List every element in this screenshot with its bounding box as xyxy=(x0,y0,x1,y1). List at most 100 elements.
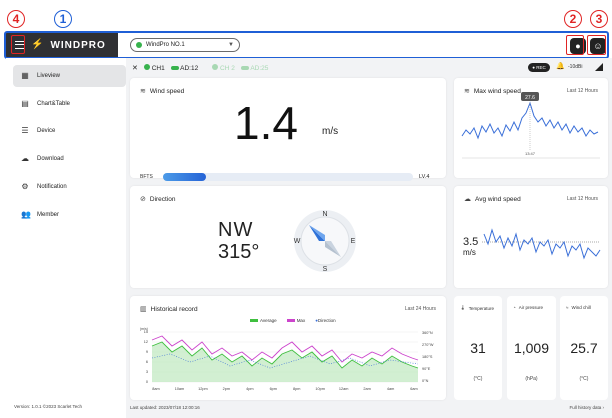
direction-card: ⊘ Direction NW 315° N S E W xyxy=(130,186,446,288)
history-y-tick: 3 xyxy=(146,370,148,374)
ad2-label: AD:25 xyxy=(250,64,269,72)
history-direction-tick: 0°N xyxy=(422,379,429,383)
sidebar-item-member[interactable]: 👥 Member xyxy=(13,204,126,226)
brand-name: WINDPRO xyxy=(50,39,106,51)
wind-speed-unit: m/s xyxy=(322,126,339,137)
last-updated-text: Last updated: 2023/07/18 12:00:16 xyxy=(130,405,200,410)
device-select[interactable]: WindPro NO.1 ▼ xyxy=(130,38,240,52)
history-y-tick: 6 xyxy=(146,360,148,364)
sidebar-item-device[interactable]: ☰ Device xyxy=(13,120,126,142)
full-history-link[interactable]: Full history data › xyxy=(569,405,604,410)
history-chart: (m/s) 15129630 360°N270°W180°S90°E0°N 8a… xyxy=(140,327,434,391)
history-x-tick: 2pm xyxy=(223,387,230,391)
history-x-tick: 6am xyxy=(410,387,417,391)
max-peak-value: 27.6 xyxy=(525,95,535,101)
thermometer-icon: 🌡 xyxy=(460,305,466,310)
compass-s-label: S xyxy=(323,266,328,273)
top-header-bar: ⚡ WINDPRO WindPro NO.1 ▼ ● ☺ xyxy=(6,33,606,57)
brand-area: ⚡ WINDPRO xyxy=(6,33,118,57)
wind-speed-title: ≋ Wind speed xyxy=(140,87,185,96)
app-window: 4 1 2 3 ⚡ WINDPRO WindPro NO.1 ▼ ● ☺ ▦ L… xyxy=(0,0,612,418)
sliders-icon: ☰ xyxy=(21,126,29,135)
history-x-tick: 8pm xyxy=(293,387,300,391)
sidebar-item-liveview[interactable]: ▦ Liveview xyxy=(13,65,126,87)
sidebar-item-label: Download xyxy=(37,156,64,162)
air-pressure-unit: (hPa) xyxy=(525,376,538,382)
alerts-button[interactable]: ● xyxy=(570,38,586,54)
history-direction-tick: 180°S xyxy=(422,355,433,359)
annotation-marker-2: 2 xyxy=(564,10,582,28)
annotation-marker-4: 4 xyxy=(7,10,25,28)
temperature-unit: (°C) xyxy=(473,376,483,382)
ad2-indicator xyxy=(240,65,249,70)
history-direction-tick: 270°W xyxy=(422,343,434,347)
annotation-marker-1: 1 xyxy=(54,10,72,28)
temperature-title: 🌡 Temperature xyxy=(460,305,494,311)
dashboard-icon: ▦ xyxy=(21,71,29,80)
history-x-tick: 6pm xyxy=(270,387,277,391)
direction-name: NW xyxy=(218,219,254,241)
device-status-dot xyxy=(136,42,142,48)
compass-n-label: N xyxy=(322,211,327,218)
sidebar-item-download[interactable]: ☁ Download xyxy=(13,148,126,170)
gear-icon: ⚙ xyxy=(21,182,29,191)
sidebar-item-label: Notification xyxy=(37,184,67,190)
max-wind-sparkline: 27.6 13:47 xyxy=(461,92,600,159)
wind-chill-icon: ≈ xyxy=(566,305,569,310)
annotation-marker-3: 3 xyxy=(590,10,608,28)
history-x-tick: 4am xyxy=(387,387,394,391)
history-x-tick: 8am xyxy=(152,387,159,391)
rec-badge[interactable]: ● REC xyxy=(528,63,550,72)
ch2-label: CH 2 xyxy=(220,65,235,72)
bfts-progress-fill xyxy=(163,173,206,181)
signal-strength-text: -10dBi xyxy=(568,64,583,70)
ch1-status-dot xyxy=(143,64,150,70)
history-x-tick: 10pm xyxy=(315,387,325,391)
wind-chill-value: 25.7 xyxy=(570,340,598,356)
bell-icon[interactable]: 🔔 xyxy=(556,62,565,70)
history-x-tick: 10am xyxy=(175,387,185,391)
sidebar-item-label: Member xyxy=(37,212,60,218)
compass-dial: N S E W xyxy=(294,210,356,273)
avg-wind-sparkline xyxy=(482,228,601,260)
history-x-tick: 4pm xyxy=(246,387,253,391)
direction-title-text: Direction xyxy=(149,195,176,203)
history-x-tick: 12pm xyxy=(198,387,208,391)
sidebar-item-label: Liveview xyxy=(37,73,61,79)
signal-icon xyxy=(595,63,603,71)
max-peak-time: 13:47 xyxy=(525,151,536,156)
bfts-label: BFTS xyxy=(140,174,153,180)
users-icon: 👥 xyxy=(21,210,31,219)
history-direction-tick: 90°E xyxy=(422,367,431,371)
main-content: ✕ CH1 AD:12 CH 2 AD:25 ● REC 🔔 -10dBi ≋ … xyxy=(126,58,612,418)
temperature-value: 31 xyxy=(470,340,486,356)
historical-record-card: ▥ Historical record Last 24 Hours Averag… xyxy=(130,296,446,400)
history-y-tick: 12 xyxy=(144,340,148,344)
hamburger-menu-icon[interactable] xyxy=(15,41,24,49)
wind-chill-card: ≈ Wind chill 25.7 (°C) xyxy=(560,296,608,400)
history-direction-tick: 360°N xyxy=(422,331,433,335)
device-select-value: WindPro NO.1 xyxy=(146,42,185,48)
sidebar: ▦ Liveview ▤ Chart&Table ☰ Device ☁ Down… xyxy=(6,58,126,412)
history-x-tick: 12am xyxy=(339,387,349,391)
avg-wind-speed-card: ☁ Avg wind speed Last 12 Hours 3.5 m/s xyxy=(454,186,608,288)
wind-speed-value: 1.4 xyxy=(234,97,298,149)
sidebar-item-chart-table[interactable]: ▤ Chart&Table xyxy=(13,93,126,115)
history-x-tick: 2am xyxy=(363,387,370,391)
chart-icon: ▤ xyxy=(21,99,29,108)
wind-speed-title-text: Wind speed xyxy=(149,87,185,95)
history-y-tick: 9 xyxy=(146,350,148,354)
wind-chill-title: ≈ Wind chill xyxy=(566,305,591,310)
pin-icon: ✕ xyxy=(132,65,138,72)
sidebar-item-notification[interactable]: ⚙ Notification xyxy=(13,176,126,198)
compass-w-label: W xyxy=(294,238,301,245)
air-pressure-value: 1,009 xyxy=(513,340,550,356)
ad1-indicator xyxy=(170,65,179,70)
wind-speed-card: ≋ Wind speed 1.4 m/s BFTS LV.4 xyxy=(130,78,446,181)
direction-degrees: 315° xyxy=(218,241,260,263)
temperature-card: 🌡 Temperature 31 (°C) xyxy=(454,296,502,400)
account-button[interactable]: ☺ xyxy=(590,38,606,54)
history-y-tick: 15 xyxy=(144,330,148,334)
air-pressure-title: ◔ Air pressure xyxy=(513,305,543,310)
wind-icon: ≋ xyxy=(140,88,146,95)
